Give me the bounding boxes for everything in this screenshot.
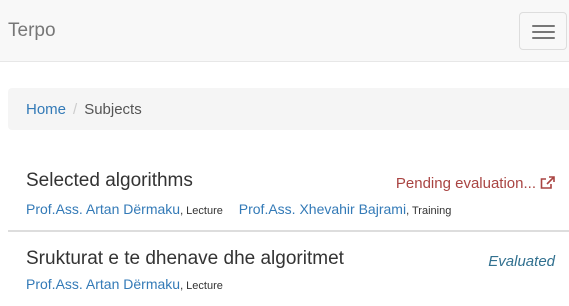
breadcrumb-separator: /: [73, 100, 78, 118]
teacher-role: , Lecture: [180, 205, 223, 217]
teacher-role: , Lecture: [180, 280, 223, 292]
teacher-role: , Training: [406, 205, 452, 217]
teacher-link[interactable]: Prof.Ass. Artan Dërmaku: [26, 276, 180, 292]
teacher-link[interactable]: Prof.Ass. Artan Dërmaku: [26, 201, 180, 217]
subject-title: Srukturat e te dhenave dhe algoritmet: [26, 248, 344, 269]
navbar-brand[interactable]: Terpo: [8, 20, 56, 42]
breadcrumb-home-link[interactable]: Home: [26, 101, 66, 118]
teacher-link[interactable]: Prof.Ass. Xhevahir Bajrami: [239, 201, 406, 217]
navbar: Terpo: [0, 0, 569, 62]
navbar-toggle-button[interactable]: [519, 12, 567, 50]
external-link-icon: [540, 176, 555, 189]
breadcrumb: Home / Subjects: [8, 88, 569, 130]
subject-list-item: Srukturat e te dhenave dhe algoritmet Ev…: [8, 244, 569, 304]
subject-status-label: Evaluated: [488, 253, 555, 270]
subject-status-label: Pending evaluation...: [395, 175, 536, 192]
subject-status-link[interactable]: Pending evaluation...: [396, 175, 555, 192]
subject-title: Selected algorithms: [26, 170, 193, 191]
subject-list-item: Selected algorithms Pending evaluation..…: [8, 166, 569, 232]
subject-teachers: Prof.Ass. Artan Dërmaku, Lecture: [26, 276, 235, 292]
breadcrumb-current: Subjects: [84, 100, 142, 118]
subject-teachers: Prof.Ass. Artan Dërmaku, Lecture Prof.As…: [26, 201, 463, 217]
